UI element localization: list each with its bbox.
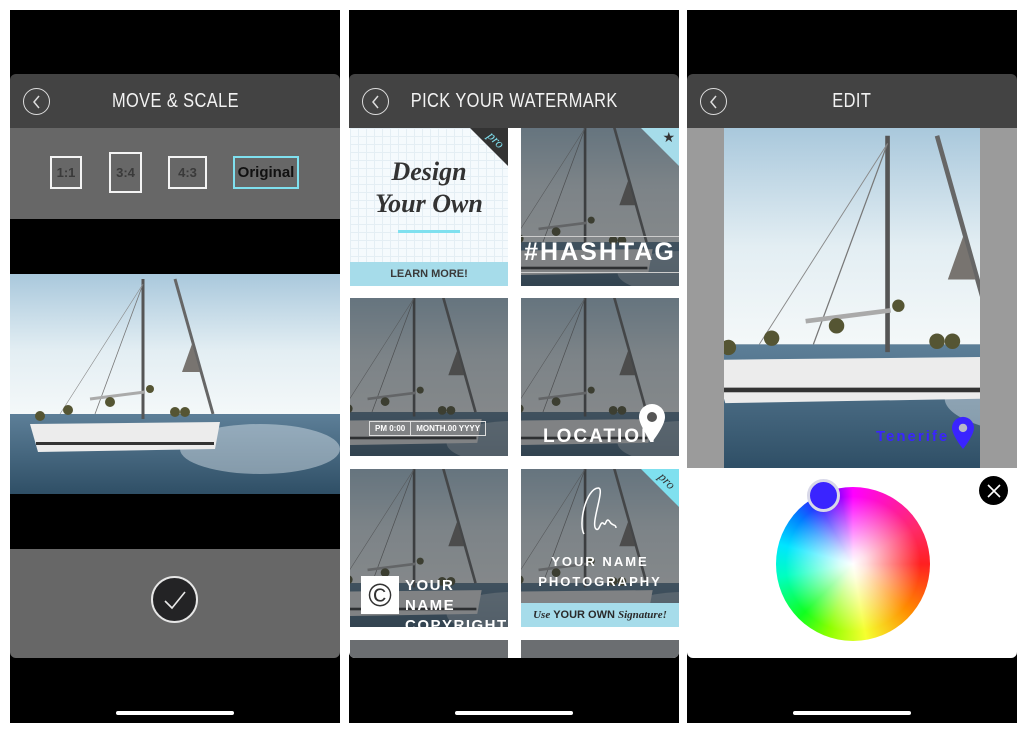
close-button[interactable] [979, 476, 1008, 505]
watermark-datetime[interactable]: PM 0:00 MONTH.00 YYYY [350, 298, 508, 456]
time-text: PM 0:00 [370, 422, 412, 435]
ratio-1-1-button[interactable]: 1:1 [50, 156, 82, 189]
photo[interactable]: Tenerife [724, 128, 980, 468]
star-icon: ★ [662, 129, 675, 145]
tile-title-line1: Design [391, 157, 467, 186]
chevron-left-icon [32, 95, 40, 108]
signature-icon [581, 487, 617, 535]
learn-more-button[interactable]: LEARN MORE! [350, 262, 508, 286]
date-text: MONTH.00 YYYY [416, 424, 481, 433]
back-button[interactable] [362, 88, 389, 115]
ratio-original-button[interactable]: Original [233, 156, 299, 189]
photo[interactable] [10, 274, 340, 494]
ratio-3-4-button[interactable]: 3:4 [109, 152, 142, 193]
map-pin-icon[interactable] [952, 416, 974, 450]
page-title: EDIT [832, 89, 872, 112]
crop-area[interactable] [10, 219, 340, 549]
sailboat-photo [724, 128, 980, 468]
sailboat-photo [10, 274, 340, 494]
page-title: PICK YOUR WATERMARK [410, 89, 618, 112]
watermark-design-your-own[interactable]: pro Design Your Own LEARN MORE! [350, 128, 508, 286]
chevron-left-icon [709, 95, 717, 108]
edit-screen: EDIT Tenerife [687, 74, 1017, 658]
watermark-signature[interactable]: pro YOUR NAME PHOTOGRAPHY Use YOUR OWN S… [521, 469, 679, 627]
home-indicator [455, 711, 573, 715]
page-title: MOVE & SCALE [111, 89, 239, 112]
home-indicator [116, 711, 234, 715]
map-pin-icon [639, 404, 665, 442]
header: MOVE & SCALE [10, 74, 340, 128]
phone-pick-watermark: PICK YOUR WATERMARK pro Design Your Own … [349, 10, 679, 723]
home-indicator [793, 711, 911, 715]
color-wheel-handle[interactable] [807, 479, 840, 512]
watermark-copyright[interactable]: © YOUR NAME COPYRIGHT [350, 469, 508, 627]
signature-banner[interactable]: Use YOUR OWN Signature! [521, 603, 679, 627]
move-scale-screen: MOVE & SCALE 1:1 3:4 4:3 Original [10, 74, 340, 658]
watermark-tile-partial[interactable] [350, 640, 508, 658]
watermark-text[interactable]: Tenerife [876, 428, 949, 445]
watermark-grid: pro Design Your Own LEARN MORE! ★ #HASHT… [349, 128, 679, 658]
hashtag-text: #HASHTAG [524, 238, 676, 266]
name-text: YOUR NAME [405, 577, 456, 614]
confirm-button[interactable] [151, 576, 198, 623]
phone-edit: EDIT Tenerife [687, 10, 1017, 723]
photography-text: PHOTOGRAPHY [538, 574, 662, 589]
watermark-hashtag[interactable]: ★ #HASHTAG [521, 128, 679, 286]
tile-title-line2: Your Own [375, 189, 483, 218]
copyright-text: COPYRIGHT [405, 617, 508, 627]
header: EDIT [687, 74, 1017, 128]
chevron-left-icon [371, 95, 379, 108]
confirm-toolbar [10, 549, 340, 658]
color-wheel[interactable] [776, 487, 930, 641]
watermark-location[interactable]: LOCATION [521, 298, 679, 456]
copyright-icon: © [361, 576, 399, 614]
phone-move-scale: MOVE & SCALE 1:1 3:4 4:3 Original [10, 10, 340, 723]
edit-canvas: Tenerife [687, 128, 1017, 468]
close-icon [986, 483, 1001, 498]
back-button[interactable] [23, 88, 50, 115]
name-text: YOUR NAME [551, 554, 649, 569]
ratio-4-3-button[interactable]: 4:3 [168, 156, 207, 189]
back-button[interactable] [700, 88, 727, 115]
divider [398, 230, 460, 233]
pick-watermark-screen: PICK YOUR WATERMARK pro Design Your Own … [349, 74, 679, 658]
checkmark-icon [163, 590, 186, 609]
aspect-ratio-toolbar: 1:1 3:4 4:3 Original [10, 128, 340, 219]
watermark-tile-partial[interactable] [521, 640, 679, 658]
color-picker-panel [687, 468, 1017, 658]
header: PICK YOUR WATERMARK [349, 74, 679, 128]
